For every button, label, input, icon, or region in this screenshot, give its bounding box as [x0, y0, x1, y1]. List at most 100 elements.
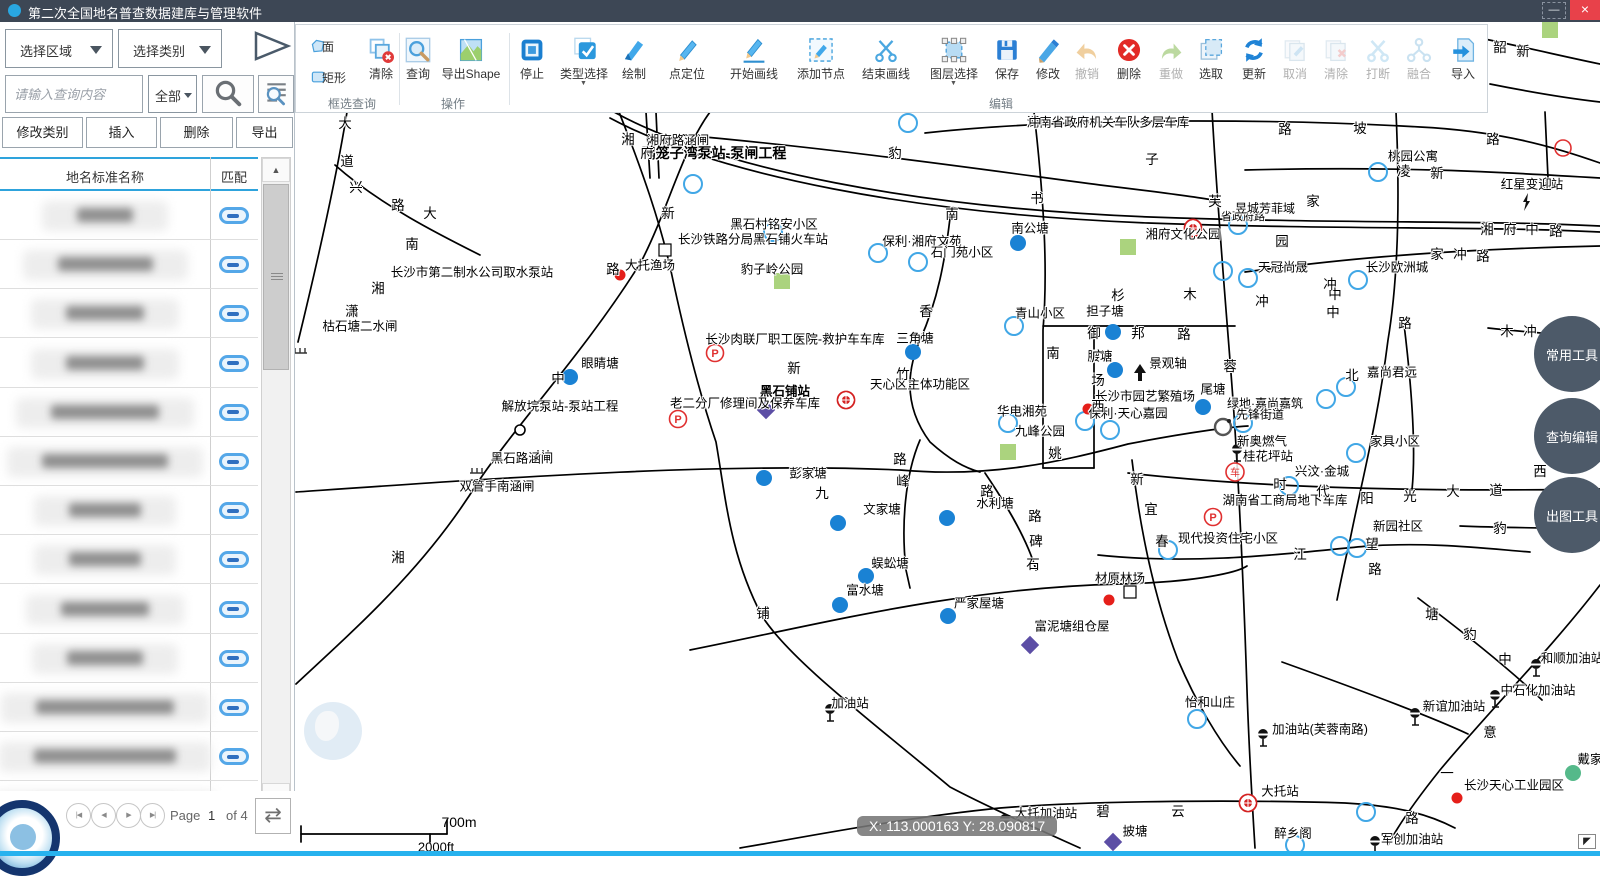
marker-pond[interactable] — [1105, 324, 1121, 340]
map-label: 中石化加油站 — [1500, 680, 1575, 699]
side-tool-button-0[interactable]: 常用工具 — [1534, 316, 1600, 392]
prev-page-button[interactable]: ◀ — [91, 803, 116, 828]
match-toggle[interactable] — [219, 650, 249, 667]
table-scrollbar[interactable]: ▲ ▼ — [261, 157, 291, 808]
table-row[interactable] — [0, 535, 258, 584]
map-nav-icon[interactable]: ◤ — [1578, 834, 1596, 849]
marker-pond[interactable] — [1195, 399, 1211, 415]
action-button-0[interactable]: 修改类别 — [2, 117, 83, 148]
compass-globe[interactable]: W E N S — [295, 689, 375, 773]
dropdown-arrow-icon[interactable]: ▼ — [950, 80, 957, 87]
match-toggle[interactable] — [219, 453, 249, 470]
substation-icon[interactable] — [1523, 193, 1530, 211]
map-canvas[interactable]: PPP车 湘府路涵闸鸭笼子湾泵站-泵闸工程湖南省政府机关车队多层车库桃园公寓红星… — [295, 22, 1600, 851]
table-row[interactable] — [0, 486, 258, 535]
parking-icon[interactable]: P — [670, 411, 687, 428]
scroll-up-button[interactable]: ▲ — [262, 158, 290, 182]
scroll-thumb[interactable] — [263, 184, 289, 370]
metro-logo-icon[interactable]: 车 — [1226, 463, 1244, 481]
table-row[interactable] — [0, 191, 258, 240]
match-toggle[interactable] — [219, 404, 249, 421]
marker-circle[interactable] — [899, 114, 917, 132]
marker-red-circle[interactable] — [1555, 140, 1571, 156]
search-input[interactable] — [5, 75, 143, 113]
action-button-2[interactable]: 删除 — [160, 117, 233, 148]
weir-icon[interactable] — [470, 468, 484, 473]
run-query-button[interactable] — [250, 29, 294, 63]
marker-circle[interactable] — [1188, 710, 1206, 728]
marker-pond[interactable] — [832, 597, 848, 613]
match-toggle[interactable] — [219, 748, 249, 765]
marker-pond[interactable] — [830, 515, 846, 531]
action-button-3[interactable]: 导出 — [236, 117, 293, 148]
marker-red-dot[interactable] — [1104, 595, 1115, 606]
match-toggle[interactable] — [219, 502, 249, 519]
road-name-char: 豹 — [1493, 517, 1507, 537]
match-toggle[interactable] — [219, 699, 249, 716]
table-row[interactable] — [0, 781, 258, 791]
page-value[interactable]: 1 — [208, 808, 215, 823]
marker-park[interactable] — [1000, 444, 1016, 460]
table-row[interactable] — [0, 240, 258, 289]
marker-park[interactable] — [1120, 239, 1136, 255]
marker-red-dot[interactable] — [1452, 793, 1463, 804]
parking-icon[interactable]: P — [1205, 509, 1222, 526]
table-row[interactable] — [0, 437, 258, 486]
street-office-icon[interactable] — [1215, 419, 1231, 435]
marker-circle[interactable] — [909, 253, 927, 271]
close-button[interactable]: × — [1570, 0, 1600, 20]
marker-pond[interactable] — [1010, 235, 1026, 251]
marker-diamond[interactable] — [1104, 833, 1122, 851]
gas-station-icon[interactable] — [1410, 708, 1420, 725]
first-page-button[interactable]: |◀ — [66, 803, 91, 828]
table-row[interactable] — [0, 634, 258, 683]
table-row[interactable] — [0, 585, 258, 634]
marker-square[interactable] — [1124, 586, 1136, 598]
gas-station-icon[interactable] — [1258, 729, 1268, 746]
match-toggle[interactable] — [219, 551, 249, 568]
marker-circle[interactable] — [1317, 390, 1335, 408]
side-tool-button-1[interactable]: 查询编辑 — [1534, 398, 1600, 474]
table-row[interactable] — [0, 339, 258, 388]
axis-arrow-icon[interactable] — [1134, 364, 1146, 381]
marker-circle[interactable] — [1369, 163, 1387, 181]
category-select[interactable]: 选择类别 — [118, 29, 222, 68]
match-toggle[interactable] — [219, 355, 249, 372]
advanced-search-button[interactable] — [258, 75, 294, 113]
marker-circle[interactable] — [1331, 537, 1349, 555]
next-page-button[interactable]: ▶ — [116, 803, 141, 828]
metro-station-icon[interactable] — [1240, 795, 1257, 812]
table-row[interactable] — [0, 683, 258, 732]
match-toggle[interactable] — [219, 305, 249, 322]
match-toggle[interactable] — [219, 256, 249, 273]
metro-station-icon[interactable] — [838, 392, 855, 409]
marker-circle[interactable] — [1357, 803, 1375, 821]
marker-circle[interactable] — [684, 175, 702, 193]
marker-circle[interactable] — [1349, 271, 1367, 289]
minimize-button[interactable]: — — [1542, 2, 1566, 19]
side-tool-button-2[interactable]: 出图工具 — [1534, 477, 1600, 553]
search-button[interactable] — [202, 75, 254, 113]
action-button-1[interactable]: 插入 — [86, 117, 157, 148]
table-row[interactable] — [0, 289, 258, 338]
marker-park[interactable] — [1542, 22, 1558, 38]
table-row[interactable] — [0, 732, 258, 781]
marker-pond[interactable] — [756, 470, 772, 486]
table-row[interactable] — [0, 388, 258, 437]
refresh-button[interactable]: ⇄ — [255, 798, 291, 834]
dropdown-arrow-icon[interactable]: ▼ — [580, 80, 587, 87]
weir-icon[interactable] — [295, 348, 307, 353]
marker-diamond[interactable] — [1021, 636, 1039, 654]
region-select[interactable]: 选择区域 — [5, 29, 113, 68]
road — [1490, 84, 1600, 102]
gas-station-icon[interactable] — [1370, 836, 1380, 851]
sluice-icon[interactable] — [515, 425, 525, 435]
gas-station-icon[interactable] — [1531, 659, 1541, 676]
match-toggle[interactable] — [219, 207, 249, 224]
marker-circle[interactable] — [1347, 444, 1365, 462]
marker-circle[interactable] — [1101, 421, 1119, 439]
last-page-button[interactable]: ▶| — [140, 803, 165, 828]
match-toggle[interactable] — [219, 601, 249, 618]
search-scope-select[interactable]: 全部 — [148, 75, 197, 113]
marker-pond[interactable] — [939, 510, 955, 526]
